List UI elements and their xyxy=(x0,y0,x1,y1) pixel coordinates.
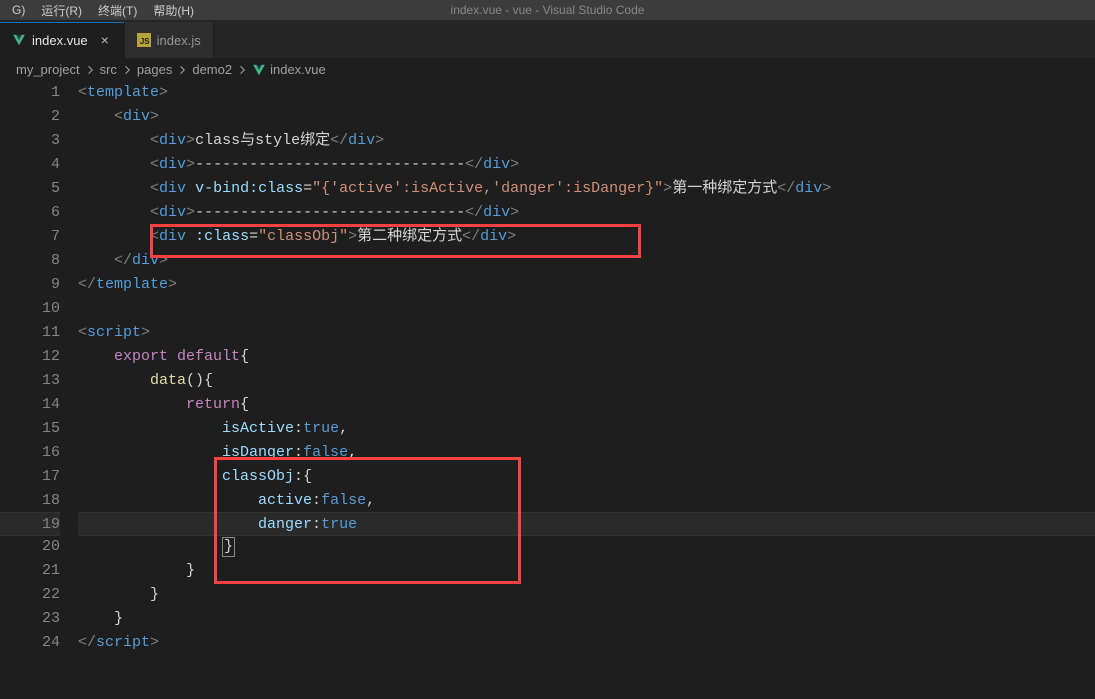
menu-help[interactable]: 帮助(H) xyxy=(145,0,202,20)
tab-index-vue[interactable]: index.vue × xyxy=(0,22,125,58)
menubar-fragment: G) xyxy=(4,0,33,20)
tab-bar: index.vue × JS index.js xyxy=(0,22,1095,58)
crumb-demo2[interactable]: demo2 xyxy=(192,62,232,77)
editor[interactable]: 123456789101112131415161718192021222324 … xyxy=(0,81,1095,696)
window-title: index.vue - vue - Visual Studio Code xyxy=(451,3,645,17)
tab-label: index.vue xyxy=(32,33,88,48)
crumb-file[interactable]: index.vue xyxy=(252,62,326,77)
menu-run[interactable]: 运行(R) xyxy=(33,0,90,20)
vue-icon xyxy=(252,63,266,77)
chevron-right-icon xyxy=(121,64,133,76)
close-icon[interactable]: × xyxy=(98,33,112,47)
code-area[interactable]: <template> <div> <div>class与style绑定</div… xyxy=(78,81,1095,696)
crumb-project[interactable]: my_project xyxy=(16,62,80,77)
menubar[interactable]: G) 运行(R) 终端(T) 帮助(H) index.vue - vue - V… xyxy=(0,0,1095,22)
tab-label: index.js xyxy=(157,33,201,48)
tab-index-js[interactable]: JS index.js xyxy=(125,22,214,58)
js-icon: JS xyxy=(137,33,151,47)
chevron-right-icon xyxy=(236,64,248,76)
chevron-right-icon xyxy=(176,64,188,76)
chevron-right-icon xyxy=(84,64,96,76)
crumb-src[interactable]: src xyxy=(100,62,117,77)
crumb-pages[interactable]: pages xyxy=(137,62,172,77)
line-gutter: 123456789101112131415161718192021222324 xyxy=(0,81,78,696)
breadcrumb[interactable]: my_project src pages demo2 index.vue xyxy=(0,58,1095,81)
vue-icon xyxy=(12,33,26,47)
menu-terminal[interactable]: 终端(T) xyxy=(90,0,145,20)
